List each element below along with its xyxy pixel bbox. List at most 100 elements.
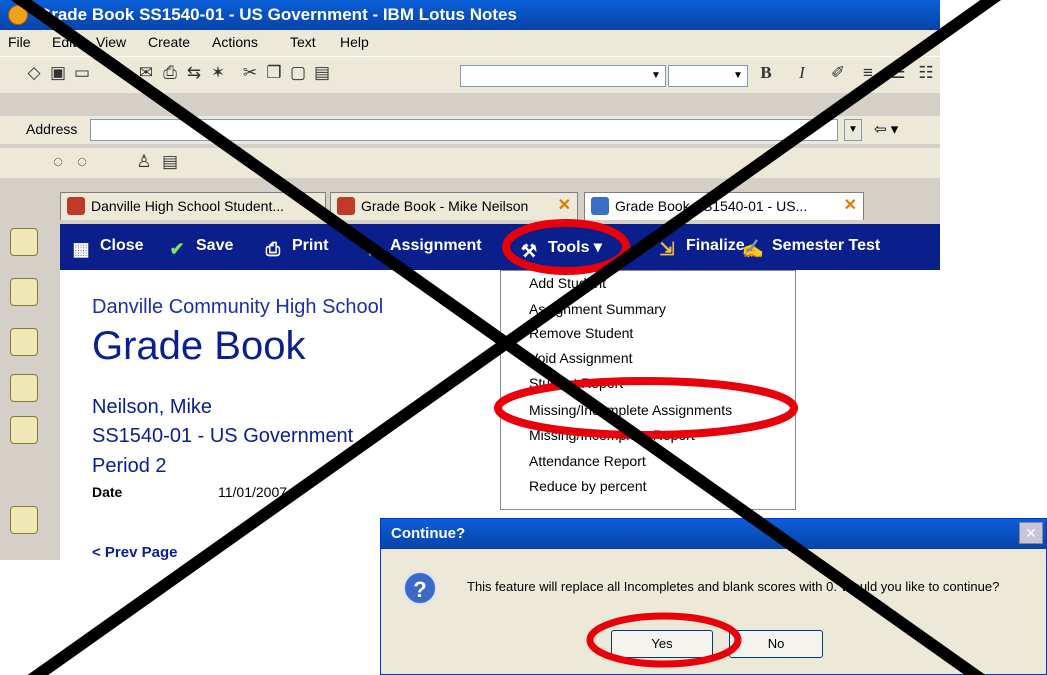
menu-item-add-student[interactable]: Add Student xyxy=(529,275,606,291)
print-button[interactable]: ⎙ Print xyxy=(260,237,329,260)
save-icon[interactable]: ▣ xyxy=(48,63,68,83)
tools-icon: ⚒ xyxy=(520,241,538,261)
database-icon xyxy=(67,197,85,215)
semester-test-button[interactable]: ✍ Semester Test xyxy=(740,237,880,260)
mail-bookmark-icon[interactable] xyxy=(10,228,38,256)
page-title: Grade Book xyxy=(92,324,306,368)
replicator-bookmark-icon[interactable] xyxy=(10,416,38,444)
question-icon: ? xyxy=(403,571,437,605)
diamond-icon[interactable]: ◇ xyxy=(24,63,44,83)
tools-button[interactable]: ⚒ Tools ▾ xyxy=(516,237,602,262)
window-title: Grade Book SS1540-01 - US Government - I… xyxy=(38,5,517,24)
menu-item-student-report[interactable]: Student Report xyxy=(529,375,623,391)
italic-icon[interactable]: I xyxy=(792,63,812,83)
menu-item-missing-incomplete-assignments[interactable]: Missing/Incomplete Assignments xyxy=(529,402,732,418)
tab-grade-book-student[interactable]: Grade Book - Mike Neilson ✕ xyxy=(330,192,578,220)
new-assignment-icon: ✚ xyxy=(363,239,379,259)
tab-label: Grade Book - Mike Neilson xyxy=(361,198,529,214)
close-icon[interactable]: ✕ xyxy=(844,193,857,219)
chat-group-icon[interactable]: ◌ xyxy=(72,152,92,172)
font-size-select[interactable]: ▼ xyxy=(668,65,748,87)
continue-dialog: Continue? ✕ ? This feature will replace … xyxy=(380,518,1047,675)
edit-icon[interactable]: ✎ xyxy=(112,63,132,83)
assignment-button[interactable]: ✚ Assignment xyxy=(358,237,481,260)
replicate-icon[interactable]: ⇆ xyxy=(184,63,204,83)
menu-item-assignment-summary[interactable]: Assignment Summary xyxy=(529,301,666,317)
tab-strip: Danville High School Student... Grade Bo… xyxy=(60,192,940,224)
title-bar: Grade Book SS1540-01 - US Government - I… xyxy=(0,0,940,30)
menu-view[interactable]: View xyxy=(96,34,126,50)
cut-icon[interactable]: ✂ xyxy=(240,63,260,83)
star-icon[interactable]: ✶ xyxy=(208,63,228,83)
tab-label: Danville High School Student... xyxy=(91,198,284,214)
menu-item-missing-incomplete-report[interactable]: Missing/Incomplete Report xyxy=(529,427,695,443)
printer-icon[interactable]: ⎙ xyxy=(160,63,180,83)
close-button[interactable]: ▦ Close xyxy=(68,237,143,260)
save-button[interactable]: ✔ Save xyxy=(164,237,233,260)
document-icon xyxy=(591,197,609,215)
close-doc-icon: ▦ xyxy=(72,239,90,259)
close-icon[interactable]: ✕ xyxy=(558,193,571,219)
period-label: Period 2 xyxy=(92,455,167,477)
finalize-button[interactable]: ⇲ Finalize xyxy=(654,237,744,260)
tab-grade-book-course[interactable]: Grade Book SS1540-01 - US... ✕ xyxy=(584,192,864,220)
indent-icon[interactable]: ≡ xyxy=(858,63,878,83)
paste-icon[interactable]: ▢ xyxy=(288,63,308,83)
dialog-title: Continue? xyxy=(391,525,466,542)
favorites-bookmark-icon[interactable] xyxy=(10,506,38,534)
back-button[interactable]: ⇦ ▾ xyxy=(874,118,934,142)
highlighter-icon[interactable]: ✐ xyxy=(828,63,848,83)
tab-student-list[interactable]: Danville High School Student... xyxy=(60,192,326,220)
menu-help[interactable]: Help xyxy=(340,34,369,50)
menu-item-attendance-report[interactable]: Attendance Report xyxy=(529,453,646,469)
document-icon[interactable]: ▤ xyxy=(160,152,180,172)
todo-bookmark-icon[interactable] xyxy=(10,374,38,402)
bold-icon[interactable]: B xyxy=(756,63,776,83)
align-icon[interactable]: ☰ xyxy=(888,63,908,83)
list-icon[interactable]: ☷ xyxy=(916,63,936,83)
menu-file[interactable]: File xyxy=(8,34,31,50)
address-bar: Address ▼ ⇦ ▾ xyxy=(0,116,940,144)
no-button[interactable]: No xyxy=(729,630,823,658)
copy-icon[interactable]: ❐ xyxy=(264,63,284,83)
menu-bar: File Edit View Create Actions Text Help xyxy=(0,30,940,56)
chat-icon[interactable]: ◌ xyxy=(48,152,68,172)
date-label: Date xyxy=(92,484,123,500)
secondary-toolbar: ◌ ◌ ♙ ▤ xyxy=(0,148,940,178)
font-select[interactable]: ▼ xyxy=(460,65,666,87)
chevron-down-icon: ▼ xyxy=(733,70,743,81)
lotus-notes-window: Grade Book SS1540-01 - US Government - I… xyxy=(0,0,940,560)
calendar-bookmark-icon[interactable] xyxy=(10,278,38,306)
menu-item-reduce-by-percent[interactable]: Reduce by percent xyxy=(529,478,647,494)
printer-icon: ⎙ xyxy=(265,239,281,259)
school-name: Danville Community High School xyxy=(92,296,384,318)
menu-actions[interactable]: Actions xyxy=(212,34,258,50)
person-icon[interactable]: ♙ xyxy=(134,152,154,172)
course-name: SS1540-01 - US Government xyxy=(92,425,354,447)
menu-text[interactable]: Text xyxy=(290,34,316,50)
open-folder-icon[interactable]: ▭ xyxy=(72,63,92,83)
menu-item-void-assignment[interactable]: Void Assignment xyxy=(529,350,633,366)
dialog-close-button[interactable]: ✕ xyxy=(1019,522,1043,544)
database-icon xyxy=(337,197,355,215)
tab-label: Grade Book SS1540-01 - US... xyxy=(615,198,808,214)
menu-edit[interactable]: Edit xyxy=(52,34,76,50)
student-name: Neilson, Mike xyxy=(92,396,213,418)
lotus-notes-icon xyxy=(8,5,28,25)
address-label: Address xyxy=(26,121,78,137)
dialog-message: This feature will replace all Incomplete… xyxy=(467,579,1000,594)
yes-button[interactable]: Yes xyxy=(611,630,713,658)
chevron-down-icon: ▼ xyxy=(651,70,661,81)
menu-item-remove-student[interactable]: Remove Student xyxy=(529,325,633,341)
test-icon: ✍ xyxy=(741,239,765,259)
bookmark-sidebar xyxy=(0,224,50,560)
address-dropdown[interactable]: ▼ xyxy=(844,119,862,141)
paste-special-icon[interactable]: ▤ xyxy=(312,63,332,83)
menu-create[interactable]: Create xyxy=(148,34,190,50)
contacts-bookmark-icon[interactable] xyxy=(10,328,38,356)
date-value: 11/01/2007 xyxy=(218,484,288,500)
address-input[interactable] xyxy=(90,119,838,141)
check-icon: ✔ xyxy=(169,239,185,259)
prev-page-link[interactable]: < Prev Page xyxy=(92,544,177,560)
mail-icon[interactable]: ✉ xyxy=(136,63,156,83)
